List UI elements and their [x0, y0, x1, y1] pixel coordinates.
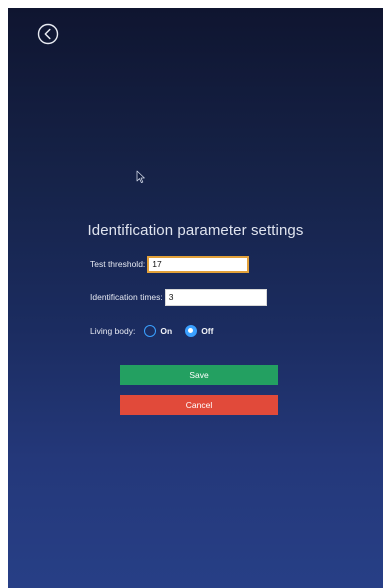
living-body-label: Living body: [90, 326, 136, 336]
identification-times-row: Identification times: [90, 287, 267, 307]
identification-times-label: Identification times: [90, 292, 163, 302]
radio-checked-icon [185, 325, 198, 337]
back-button[interactable] [37, 23, 59, 45]
settings-screen: Identification parameter settings Test t… [8, 8, 383, 588]
cancel-button[interactable]: Cancel [120, 395, 278, 415]
living-body-off-label: Off [201, 326, 214, 336]
living-body-row: Living body: On Off [90, 321, 213, 341]
radio-unchecked-icon [144, 325, 157, 337]
back-arrow-circle-icon [37, 23, 59, 45]
living-body-off-radio[interactable]: Off [185, 325, 213, 337]
page-title: Identification parameter settings [87, 222, 304, 239]
test-threshold-row: Test threshold: [90, 254, 250, 274]
living-body-on-label: On [160, 326, 173, 336]
save-button[interactable]: Save [120, 365, 278, 385]
test-threshold-label: Test threshold: [90, 259, 146, 269]
test-threshold-input[interactable] [147, 255, 250, 273]
living-body-on-radio[interactable]: On [144, 325, 172, 337]
mouse-pointer-icon [136, 170, 146, 184]
identification-times-input[interactable] [164, 288, 267, 306]
